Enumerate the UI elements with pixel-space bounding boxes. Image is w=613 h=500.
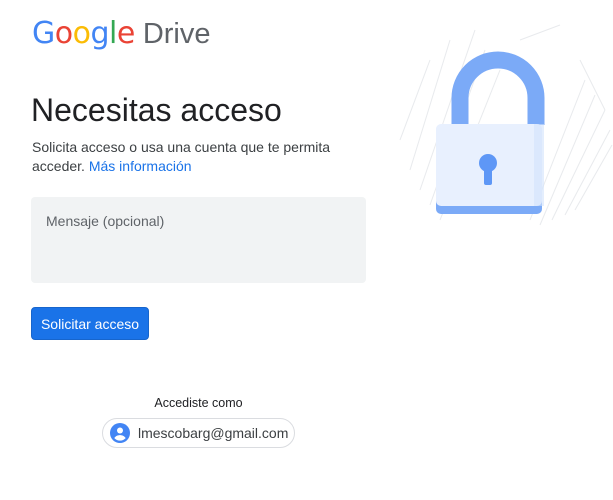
logo-letter: e: [116, 16, 135, 51]
google-drive-logo[interactable]: Google Drive: [32, 14, 211, 54]
page-title: Necesitas acceso: [31, 92, 282, 128]
logo-letter: l: [109, 16, 117, 51]
account-circle-icon: [110, 423, 130, 443]
logo-letter: o: [72, 16, 91, 51]
more-info-link[interactable]: Más información: [89, 158, 192, 174]
access-request-page: Google Drive Necesitas acceso Solicita a…: [0, 0, 613, 500]
lock-icon: [399, 24, 613, 226]
logo-letter: g: [90, 16, 110, 51]
page-description: Solicita acceso o usa una cuenta que te …: [32, 138, 352, 176]
message-field[interactable]: [31, 197, 366, 283]
product-name: Drive: [142, 18, 211, 50]
account-chip[interactable]: lmescobarg@gmail.com: [102, 418, 295, 448]
logo-letter: o: [54, 16, 73, 51]
request-access-button[interactable]: Solicitar acceso: [31, 307, 149, 340]
lock-illustration: [380, 20, 613, 250]
signed-in-label: Accediste como: [154, 396, 243, 410]
logo-letter: G: [32, 16, 55, 51]
google-wordmark: Google: [32, 14, 135, 54]
account-email: lmescobarg@gmail.com: [138, 425, 289, 441]
